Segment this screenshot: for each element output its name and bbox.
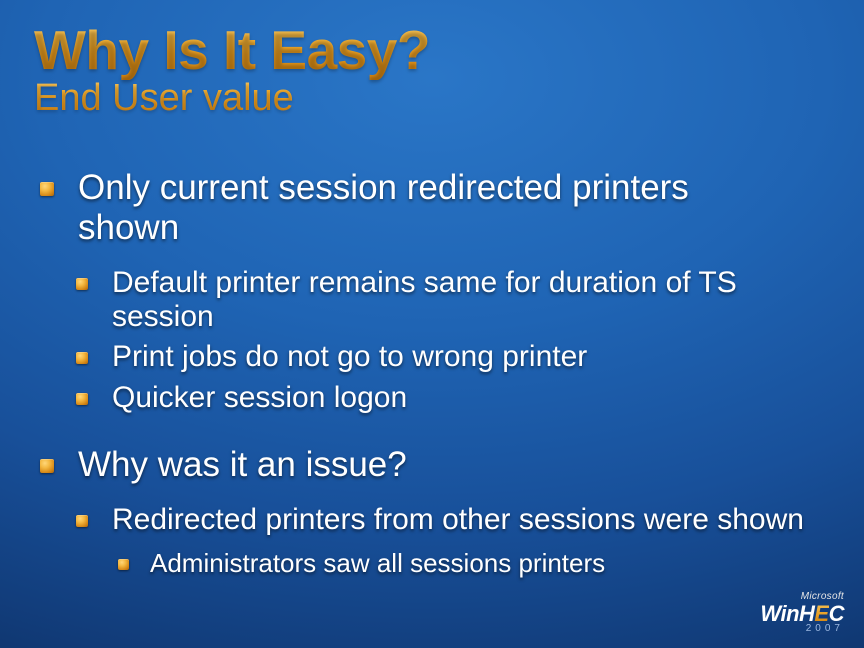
bullet-icon — [76, 278, 88, 290]
bullet-icon — [76, 515, 88, 527]
bullet-text: Quicker session logon — [112, 381, 407, 414]
bullet-icon — [76, 393, 88, 405]
bullet-icon — [40, 182, 54, 196]
footer-brand: WinHEC — [760, 603, 844, 625]
bullet-text: Redirected printers from other sessions … — [112, 503, 804, 536]
slide-title: Why Is It Easy? — [34, 22, 830, 80]
bullet-text: Only current session redirected printers… — [78, 168, 689, 247]
bullet-level2: Print jobs do not go to wrong printer — [76, 340, 830, 374]
slide-subtitle: End User value — [34, 78, 830, 120]
bullet-level2: Default printer remains same for duratio… — [76, 266, 830, 334]
bullet-level2: Redirected printers from other sessions … — [76, 503, 830, 537]
slide: Why Is It Easy? End User value Only curr… — [0, 0, 864, 648]
bullet-level1: Why was it an issue? — [40, 445, 778, 485]
footer-logo: Microsoft WinHEC 2007 — [760, 592, 844, 634]
bullet-text: Why was it an issue? — [78, 445, 407, 484]
bullet-level3: Administrators saw all sessions printers — [118, 549, 830, 579]
bullet-text: Default printer remains same for duratio… — [112, 266, 737, 333]
bullet-level1: Only current session redirected printers… — [40, 168, 778, 249]
bullet-level2: Quicker session logon — [76, 381, 830, 415]
bullet-text: Print jobs do not go to wrong printer — [112, 340, 587, 373]
bullet-icon — [118, 559, 129, 570]
bullet-text: Administrators saw all sessions printers — [150, 548, 605, 578]
brand-part: Win — [760, 601, 799, 626]
bullet-icon — [40, 459, 54, 473]
slide-body: Only current session redirected printers… — [34, 168, 830, 580]
bullet-icon — [76, 352, 88, 364]
